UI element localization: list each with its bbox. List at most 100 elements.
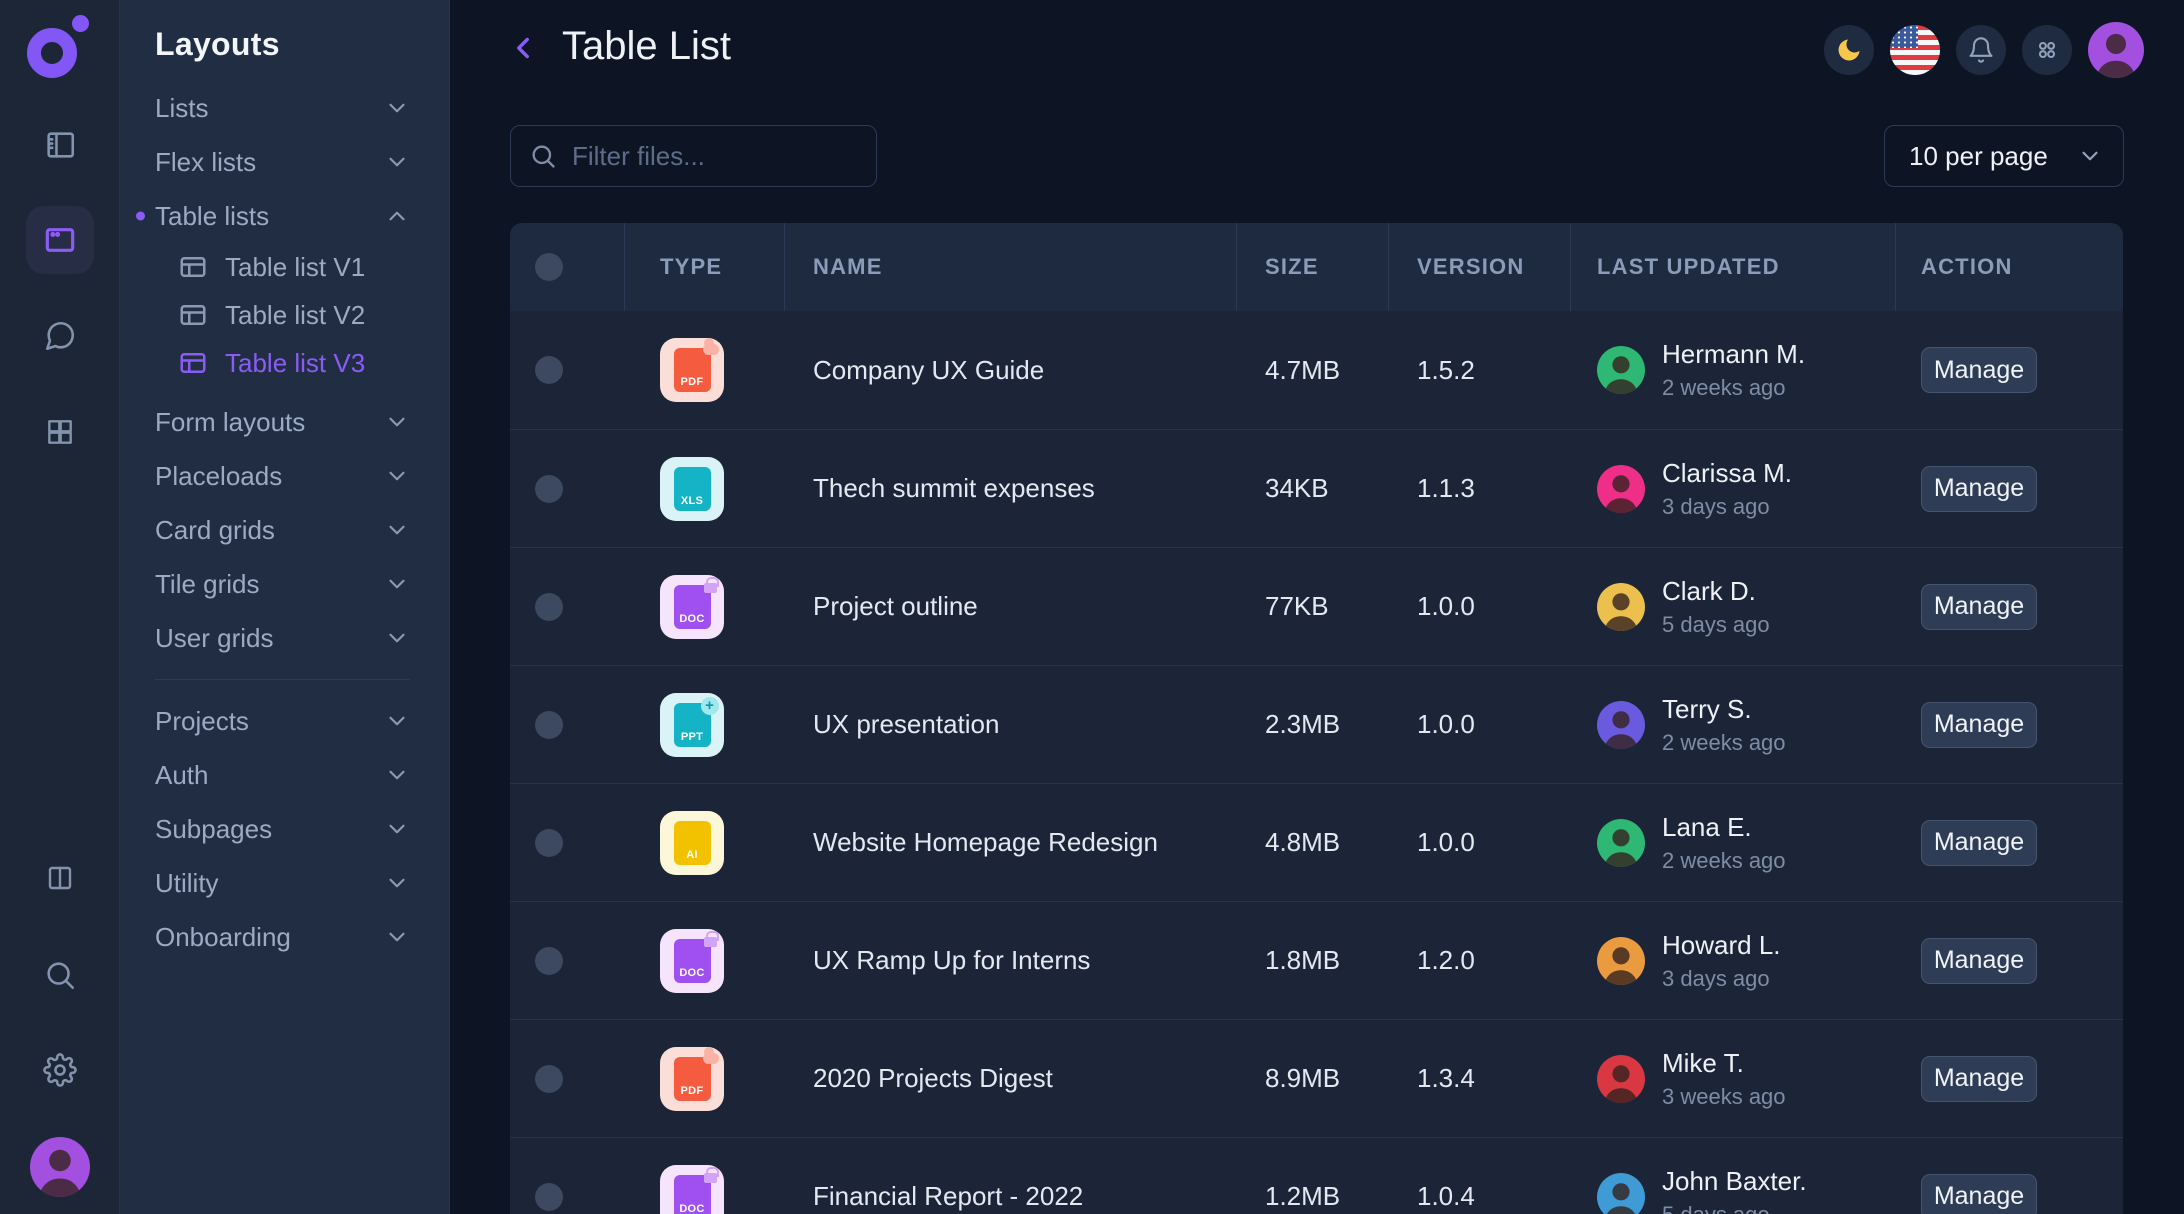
sidebar-nav-label: Onboarding: [155, 922, 291, 953]
sidebar-nav-item[interactable]: Onboarding: [120, 910, 449, 964]
avatar: [1597, 465, 1645, 513]
table-row: AI Website Homepage Redesign 4.8MB 1.0.0…: [510, 783, 2123, 901]
file-type-icon: PDF: [660, 338, 724, 402]
chat-bubble-icon[interactable]: [43, 319, 77, 353]
row-select-checkbox[interactable]: [535, 1065, 563, 1093]
sidebar-nav-item[interactable]: Subpages: [120, 802, 449, 856]
sidebar-nav-label: User grids: [155, 623, 273, 654]
file-version: 1.0.0: [1417, 827, 1475, 858]
sidebar-nav-label: Lists: [155, 93, 208, 124]
sidebar-nav-item[interactable]: Utility: [120, 856, 449, 910]
app-window-icon[interactable]: [26, 206, 94, 274]
grid-squares-icon[interactable]: [44, 416, 76, 448]
apps-grid-button[interactable]: [2022, 25, 2072, 75]
sidebar-nav-item[interactable]: Form layouts: [120, 395, 449, 449]
sidebar-nav-subitem[interactable]: Table list V1: [120, 243, 449, 291]
file-type-icon: AI: [660, 811, 724, 875]
manage-button[interactable]: Manage: [1921, 1174, 2037, 1214]
manage-button[interactable]: Manage: [1921, 820, 2037, 866]
columns-icon[interactable]: [44, 862, 76, 894]
updated-by: Lana E.: [1662, 812, 1786, 843]
row-select-checkbox[interactable]: [535, 1183, 563, 1211]
updated-by: Howard L.: [1662, 930, 1781, 961]
sidebar-group-pages: Projects Auth Subpages Utility Onboardin…: [120, 694, 449, 964]
file-size: 2.3MB: [1265, 709, 1340, 740]
sidebar-nav-item[interactable]: Tile grids: [120, 557, 449, 611]
rail-user-avatar[interactable]: [30, 1137, 90, 1197]
sidebar-nav-item[interactable]: User grids: [120, 611, 449, 665]
per-page-select[interactable]: 10 per page: [1884, 125, 2124, 187]
sidebar-nav-item[interactable]: Flex lists: [120, 135, 449, 189]
chevron-down-icon: [384, 517, 410, 543]
updated-time: 2 weeks ago: [1662, 848, 1786, 874]
column-header-action: ACTION: [1921, 254, 2013, 280]
updated-by: Hermann M.: [1662, 339, 1805, 370]
avatar: [1597, 1173, 1645, 1214]
manage-button[interactable]: Manage: [1921, 347, 2037, 393]
language-flag-button[interactable]: [1890, 25, 1940, 75]
table-row: XLS Thech summit expenses 34KB 1.1.3 Cla…: [510, 429, 2123, 547]
row-select-checkbox[interactable]: [535, 593, 563, 621]
sidebar-nav-subitem[interactable]: Table list V3: [120, 339, 449, 387]
updated-time: 2 weeks ago: [1662, 730, 1786, 756]
updated-by: John Baxter.: [1662, 1166, 1807, 1197]
sidebar-nav-item[interactable]: Auth: [120, 748, 449, 802]
file-version: 1.0.0: [1417, 709, 1475, 740]
sidebar-nav-sublabel: Table list V3: [225, 348, 365, 379]
search-icon[interactable]: [43, 958, 77, 992]
manage-button[interactable]: Manage: [1921, 584, 2037, 630]
sidebar-nav-item[interactable]: Placeloads: [120, 449, 449, 503]
manage-button[interactable]: Manage: [1921, 702, 2037, 748]
manage-button[interactable]: Manage: [1921, 1056, 2037, 1102]
file-version: 1.1.3: [1417, 473, 1475, 504]
sidebar-nav-label: Flex lists: [155, 147, 256, 178]
panels-layout-icon[interactable]: [43, 128, 77, 162]
chevron-down-icon: [384, 149, 410, 175]
file-type-icon: DOC: [660, 929, 724, 993]
topbar-user-avatar[interactable]: [2088, 22, 2144, 78]
topbar-actions: [1824, 22, 2144, 78]
updated-time: 3 weeks ago: [1662, 1084, 1786, 1110]
files-table: TYPE NAME SIZE VERSION LAST UPDATED ACTI…: [510, 223, 2123, 1214]
sidebar-nav-sublabel: Table list V1: [225, 252, 365, 283]
manage-button[interactable]: Manage: [1921, 938, 2037, 984]
file-name: 2020 Projects Digest: [813, 1063, 1053, 1094]
brand-logo[interactable]: [26, 14, 92, 80]
table-icon: [178, 252, 208, 282]
filter-files-input[interactable]: [572, 141, 907, 172]
sidebar-nav-item[interactable]: Lists: [120, 81, 449, 135]
table-header: TYPE NAME SIZE VERSION LAST UPDATED ACTI…: [510, 223, 2123, 311]
avatar: [1597, 819, 1645, 867]
sidebar-title: Layouts: [155, 26, 449, 63]
updated-time: 3 days ago: [1662, 494, 1792, 520]
app-window: Layouts Lists Flex lists Table lists Tab…: [0, 0, 2184, 1214]
sidebar-nav-item[interactable]: Card grids: [120, 503, 449, 557]
search-icon: [529, 142, 557, 170]
chevron-down-icon: [384, 625, 410, 651]
table-row: PPT UX presentation 2.3MB 1.0.0 Terry S.…: [510, 665, 2123, 783]
sidebar-nav-item[interactable]: Table lists: [120, 189, 449, 243]
sidebar-nav-item[interactable]: Projects: [120, 694, 449, 748]
row-select-checkbox[interactable]: [535, 947, 563, 975]
row-select-checkbox[interactable]: [535, 475, 563, 503]
updated-by: Clarissa M.: [1662, 458, 1792, 489]
sidebar: Layouts Lists Flex lists Table lists Tab…: [120, 0, 450, 1214]
sidebar-divider: [155, 679, 410, 680]
dark-mode-toggle-button[interactable]: [1824, 25, 1874, 75]
settings-gear-icon[interactable]: [43, 1053, 77, 1087]
sidebar-nav-subitem[interactable]: Table list V2: [120, 291, 449, 339]
column-header-last-updated: LAST UPDATED: [1597, 254, 1780, 280]
back-button[interactable]: [505, 30, 541, 66]
chevron-down-icon: [384, 816, 410, 842]
manage-button[interactable]: Manage: [1921, 466, 2037, 512]
sidebar-group-layouts: Lists Flex lists Table lists Table list …: [120, 81, 449, 665]
select-all-checkbox[interactable]: [535, 253, 563, 281]
row-select-checkbox[interactable]: [535, 829, 563, 857]
column-header-name: NAME: [813, 254, 883, 280]
row-select-checkbox[interactable]: [535, 711, 563, 739]
column-header-size: SIZE: [1265, 254, 1319, 280]
sidebar-nav-label: Placeloads: [155, 461, 282, 492]
notifications-bell-button[interactable]: [1956, 25, 2006, 75]
row-select-checkbox[interactable]: [535, 356, 563, 384]
column-header-type: TYPE: [660, 254, 722, 280]
